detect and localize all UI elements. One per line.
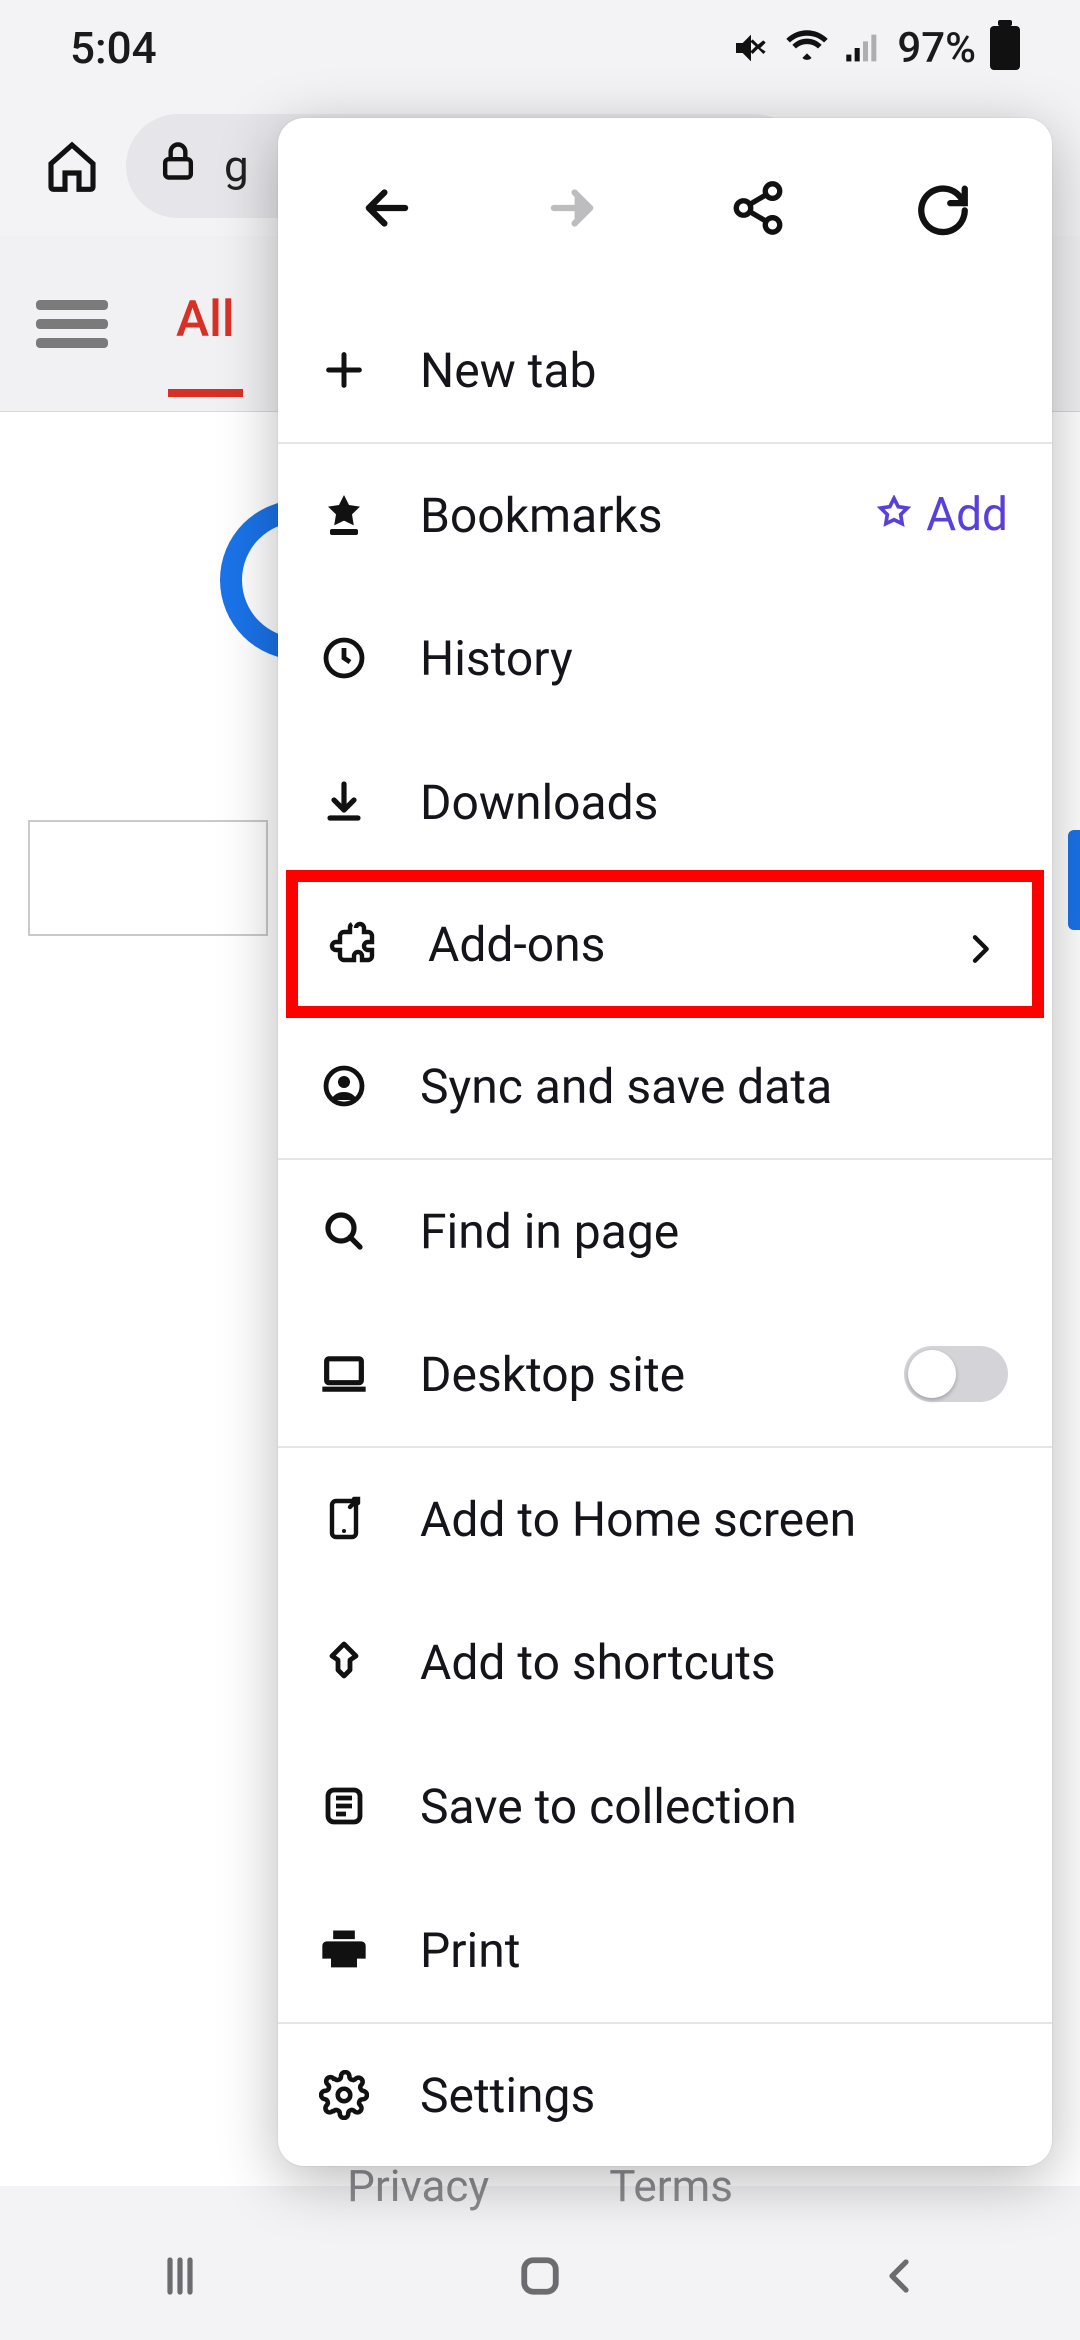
back-nav-button[interactable] bbox=[864, 2240, 936, 2312]
menu-item-label: Print bbox=[420, 1922, 1008, 1979]
laptop-icon bbox=[316, 1346, 372, 1402]
menu-item-label: Add to shortcuts bbox=[420, 1634, 1008, 1691]
bookmarks-add-label: Add bbox=[926, 488, 1008, 542]
menu-print[interactable]: Print bbox=[278, 1878, 1052, 2022]
status-time: 5:04 bbox=[70, 22, 157, 74]
menu-item-label: Add to Home screen bbox=[420, 1491, 1008, 1548]
menu-addons[interactable]: Add-ons bbox=[286, 870, 1044, 1018]
signal-icon bbox=[843, 28, 883, 68]
footer-privacy[interactable]: Privacy bbox=[347, 2160, 489, 2212]
mute-icon bbox=[731, 28, 771, 68]
forward-button bbox=[512, 148, 632, 268]
phone-plus-icon bbox=[316, 1491, 372, 1547]
collection-icon bbox=[316, 1778, 372, 1834]
recents-button[interactable] bbox=[144, 2240, 216, 2312]
menu-settings[interactable]: Settings bbox=[278, 2022, 1052, 2166]
menu-item-label: Find in page bbox=[420, 1203, 1008, 1260]
menu-item-label: New tab bbox=[420, 342, 1008, 399]
gear-icon bbox=[316, 2067, 372, 2123]
footer-terms[interactable]: Terms bbox=[609, 2160, 733, 2212]
battery-percent: 97% bbox=[897, 24, 976, 73]
menu-new-tab[interactable]: New tab bbox=[278, 298, 1052, 442]
chevron-right-icon bbox=[960, 924, 1000, 964]
desktop-site-toggle[interactable] bbox=[904, 1346, 1008, 1402]
battery-icon bbox=[990, 26, 1020, 70]
account-icon bbox=[316, 1058, 372, 1114]
menu-nav-row bbox=[278, 118, 1052, 298]
status-right: 97% bbox=[731, 24, 1020, 73]
bookmark-star-icon bbox=[316, 487, 372, 543]
menu-bookmarks[interactable]: Bookmarks Add bbox=[278, 442, 1052, 586]
menu-history[interactable]: History bbox=[278, 586, 1052, 730]
menu-item-label: Downloads bbox=[420, 774, 1008, 831]
wifi-icon bbox=[785, 26, 829, 70]
menu-save-collection[interactable]: Save to collection bbox=[278, 1734, 1052, 1878]
back-button[interactable] bbox=[327, 148, 447, 268]
browser-menu: New tab Bookmarks Add History Downloads … bbox=[278, 118, 1052, 2166]
blue-edge bbox=[1068, 830, 1080, 930]
download-icon bbox=[316, 774, 372, 830]
menu-item-label: Desktop site bbox=[420, 1346, 856, 1403]
menu-find[interactable]: Find in page bbox=[278, 1158, 1052, 1302]
hamburger-icon[interactable] bbox=[36, 300, 108, 348]
print-icon bbox=[316, 1922, 372, 1978]
share-button[interactable] bbox=[698, 148, 818, 268]
reload-button[interactable] bbox=[883, 148, 1003, 268]
menu-item-label: Save to collection bbox=[420, 1778, 1008, 1835]
menu-add-home-screen[interactable]: Add to Home screen bbox=[278, 1446, 1052, 1590]
lock-icon bbox=[156, 139, 200, 194]
android-nav-bar bbox=[0, 2212, 1080, 2340]
menu-item-label: Sync and save data bbox=[420, 1058, 1008, 1115]
url-text: g bbox=[224, 140, 249, 192]
menu-downloads[interactable]: Downloads bbox=[278, 730, 1052, 874]
menu-item-label: Bookmarks bbox=[420, 487, 826, 544]
tab-all[interactable]: All bbox=[168, 291, 243, 397]
pin-icon bbox=[316, 1634, 372, 1690]
menu-desktop-site[interactable]: Desktop site bbox=[278, 1302, 1052, 1446]
menu-add-shortcuts[interactable]: Add to shortcuts bbox=[278, 1590, 1052, 1734]
menu-item-label: Add-ons bbox=[428, 916, 912, 973]
bookmarks-add-button[interactable]: Add bbox=[874, 488, 1008, 542]
footer-links: Privacy Terms bbox=[0, 2160, 1080, 2212]
search-box-fragment bbox=[28, 820, 268, 936]
menu-sync[interactable]: Sync and save data bbox=[278, 1014, 1052, 1158]
home-nav-button[interactable] bbox=[504, 2240, 576, 2312]
menu-item-label: Settings bbox=[420, 2067, 1008, 2124]
clock-icon bbox=[316, 630, 372, 686]
search-icon bbox=[316, 1203, 372, 1259]
home-button[interactable] bbox=[40, 134, 104, 198]
status-bar: 5:04 97% bbox=[0, 0, 1080, 96]
puzzle-icon bbox=[324, 916, 380, 972]
plus-icon bbox=[316, 342, 372, 398]
menu-item-label: History bbox=[420, 630, 1008, 687]
